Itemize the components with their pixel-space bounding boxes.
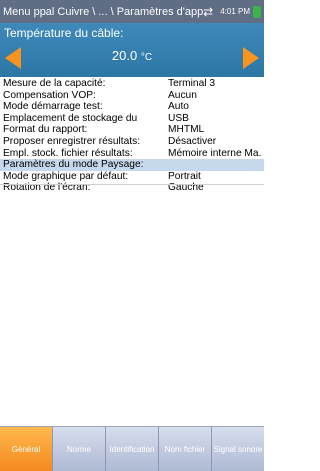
- setting-row-capacitance[interactable]: Mesure de la capacité: Terminal 3: [0, 78, 264, 90]
- setting-row-graph-mode[interactable]: Mode graphique par défaut: Portrait: [0, 171, 264, 183]
- arrow-right-icon[interactable]: [243, 47, 259, 69]
- setting-row-save-results[interactable]: Proposer enregistrer résultats: Désactiv…: [0, 136, 264, 148]
- setting-value: Portrait: [168, 170, 201, 182]
- setting-value: Terminal 3: [168, 78, 215, 89]
- setting-value: Désactiver: [168, 135, 217, 147]
- temperature-number: 20.0: [111, 48, 138, 63]
- setting-label: Compensation VOP:: [3, 89, 96, 101]
- settings-list: Mesure de la capacité: Terminal 3 Compen…: [0, 78, 264, 194]
- battery-icon: [253, 5, 261, 18]
- setting-row-report-format[interactable]: Format du rapport: MHTML: [0, 124, 264, 136]
- landscape-section-header: Paramètres du mode Paysage:: [0, 159, 264, 171]
- setting-label: Empl. stock. fichier résultats:: [3, 147, 133, 159]
- setting-value: Mémoire interne Ma..: [168, 147, 262, 159]
- temperature-value[interactable]: 20.0 °C: [0, 48, 264, 63]
- setting-value: Aucun: [168, 89, 197, 101]
- breadcrumb[interactable]: Menu ppal Cuivre \ ... \ Paramètres d'ap…: [3, 6, 203, 18]
- cable-temperature-panel: Température du câble: 20.0 °C: [0, 23, 264, 77]
- setting-row-results-file-location[interactable]: Empl. stock. fichier résultats: Mémoire …: [0, 148, 264, 160]
- temperature-title: Température du câble:: [4, 26, 124, 40]
- clock: 4:01 PM: [220, 7, 250, 16]
- tab-file-name[interactable]: Nom fichier: [159, 427, 212, 471]
- tab-standard[interactable]: Norme: [53, 427, 106, 471]
- divider: [0, 184, 264, 185]
- tab-identification[interactable]: Identification: [106, 427, 159, 471]
- tab-sound-signal[interactable]: Signal sonore: [212, 427, 264, 471]
- setting-label: Emplacement de stockage du: [3, 112, 138, 124]
- setting-value: Auto: [168, 101, 189, 113]
- setting-row-vop[interactable]: Compensation VOP: Aucun: [0, 90, 264, 102]
- temperature-unit: °C: [140, 52, 153, 63]
- setting-label: Mode graphique par défaut:: [3, 170, 129, 182]
- tab-bar: Général Norme Identification Nom fichier…: [0, 426, 264, 471]
- setting-value: USB: [168, 112, 189, 124]
- tab-general[interactable]: Général: [0, 427, 53, 471]
- setting-label: Mode démarrage test:: [3, 101, 103, 113]
- setting-row-test-start[interactable]: Mode démarrage test: Auto: [0, 101, 264, 113]
- sync-icon: ⇄: [203, 4, 214, 19]
- status-right: ⇄ 4:01 PM: [203, 5, 261, 19]
- status-bar: Menu ppal Cuivre \ ... \ Paramètres d'ap…: [0, 0, 264, 23]
- section-header-label: Paramètres du mode Paysage:: [3, 159, 144, 171]
- setting-value: MHTML: [168, 124, 205, 136]
- setting-row-storage-location[interactable]: Emplacement de stockage du USB: [0, 113, 264, 125]
- setting-label: Format du rapport:: [3, 124, 88, 136]
- setting-label: Proposer enregistrer résultats:: [3, 135, 141, 147]
- setting-label: Mesure de la capacité:: [3, 78, 106, 89]
